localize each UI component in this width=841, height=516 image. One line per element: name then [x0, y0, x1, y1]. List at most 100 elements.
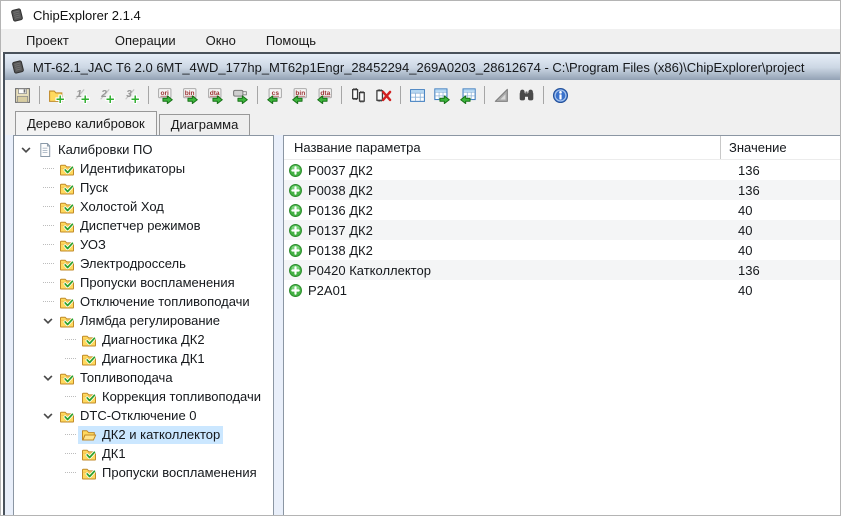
- file-export-icon: dta: [207, 87, 224, 104]
- tree-item[interactable]: Холостой Ход: [14, 197, 273, 216]
- ruler-button[interactable]: [489, 83, 514, 107]
- chevron-down-icon[interactable]: [40, 408, 56, 424]
- tree-item[interactable]: Электродроссель: [14, 254, 273, 273]
- folder-add-icon: [48, 87, 65, 104]
- tree-indent: [14, 187, 40, 188]
- plus-circle-icon: [288, 163, 303, 178]
- search-button[interactable]: [514, 83, 539, 107]
- tree-item[interactable]: Диагностика ДК1: [14, 349, 273, 368]
- tree-item-label: Коррекция топливоподачи: [102, 389, 261, 404]
- tree-item-content[interactable]: Пуск: [56, 179, 111, 197]
- tree-item-content[interactable]: Диспетчер режимов: [56, 217, 204, 235]
- tree-item-content[interactable]: Холостой Ход: [56, 198, 167, 216]
- chevron-down-icon[interactable]: [40, 313, 56, 329]
- tree-item[interactable]: Идентификаторы: [14, 159, 273, 178]
- menu-item-project[interactable]: Проект: [11, 30, 84, 51]
- window-titlebar[interactable]: ChipExplorer 2.1.4: [1, 1, 840, 29]
- tab-calibration-tree[interactable]: Дерево калибровок: [15, 111, 157, 135]
- add-folder-button[interactable]: [44, 83, 69, 107]
- tree-item-content[interactable]: DTC-Отключение 0: [56, 407, 200, 425]
- add-chip-3-button[interactable]: 3: [119, 83, 144, 107]
- table-row[interactable]: P0138 ДК240: [284, 240, 841, 260]
- tree-item-content[interactable]: ДК1: [78, 445, 129, 463]
- tree-item[interactable]: Пропуски воспламенения: [14, 273, 273, 292]
- tree-item[interactable]: DTC-Отключение 0: [14, 406, 273, 425]
- export-bin-button[interactable]: bin: [178, 83, 203, 107]
- tree-item[interactable]: Диагностика ДК2: [14, 330, 273, 349]
- tree-item[interactable]: ДК2 и катколлектор: [14, 425, 273, 444]
- tree-item[interactable]: Диспетчер режимов: [14, 216, 273, 235]
- tree-item-content[interactable]: Пропуски воспламенения: [56, 274, 238, 292]
- remove-chip-button[interactable]: [371, 83, 396, 107]
- tree-item[interactable]: Пропуски воспламенения: [14, 463, 273, 482]
- menu-item-operations[interactable]: Операции: [100, 30, 191, 51]
- tree-item-label: Лямбда регулирование: [80, 313, 220, 328]
- folder-check-icon: [59, 237, 75, 253]
- table-row[interactable]: P0136 ДК240: [284, 200, 841, 220]
- tree-item[interactable]: Отключение топливоподачи: [14, 292, 273, 311]
- tree-item-content[interactable]: Топливоподача: [56, 369, 176, 387]
- export-ori-button[interactable]: ori: [153, 83, 178, 107]
- document-title: MT-62.1_JAC T6 2.0 6MT_4WD_177hp_MT62p1E…: [33, 60, 805, 75]
- chips-icon: [350, 87, 367, 104]
- file-export-icon: bin: [182, 87, 199, 104]
- tree-connector: [62, 453, 78, 454]
- document-titlebar[interactable]: MT-62.1_JAC T6 2.0 6MT_4WD_177hp_MT62p1E…: [5, 54, 841, 80]
- tree-item[interactable]: Калибровки ПО: [14, 140, 273, 159]
- tree-item-content[interactable]: Электродроссель: [56, 255, 189, 273]
- table-export-button[interactable]: [430, 83, 455, 107]
- table-row[interactable]: P0038 ДК2136: [284, 180, 841, 200]
- tree-connector: [40, 263, 56, 264]
- tree-item-content[interactable]: Калибровки ПО: [34, 141, 155, 159]
- tree-indent: [14, 282, 40, 283]
- tab-diagram[interactable]: Диаграмма: [159, 114, 251, 135]
- tree-item[interactable]: ДК1: [14, 444, 273, 463]
- tree-item-content[interactable]: Диагностика ДК1: [78, 350, 208, 368]
- menu-item-window[interactable]: Окно: [191, 30, 251, 51]
- table-row[interactable]: P2A0140: [284, 280, 841, 300]
- table-row[interactable]: P0137 ДК240: [284, 220, 841, 240]
- tree-item-content[interactable]: Диагностика ДК2: [78, 331, 208, 349]
- info-button[interactable]: [548, 83, 573, 107]
- export-usb-button[interactable]: [228, 83, 253, 107]
- table-import-button[interactable]: [455, 83, 480, 107]
- import-bin-button[interactable]: bin: [287, 83, 312, 107]
- menu-item-help[interactable]: Помощь: [251, 30, 331, 51]
- chevron-down-icon[interactable]: [18, 142, 34, 158]
- tree-connector: [62, 472, 78, 473]
- tree-item-content[interactable]: Отключение топливоподачи: [56, 293, 253, 311]
- tree-item-label: Идентификаторы: [80, 161, 185, 176]
- tree-item[interactable]: Коррекция топливоподачи: [14, 387, 273, 406]
- tree-item[interactable]: Топливоподача: [14, 368, 273, 387]
- table-row[interactable]: P0037 ДК2136: [284, 160, 841, 180]
- tree-item-content[interactable]: Пропуски воспламенения: [78, 464, 260, 482]
- chevron-down-icon[interactable]: [40, 370, 56, 386]
- compare-chips-button[interactable]: [346, 83, 371, 107]
- add-chip-2-button[interactable]: 2: [94, 83, 119, 107]
- table-icon: [409, 87, 426, 104]
- save-button[interactable]: [10, 83, 35, 107]
- tree-item-label: Пропуски воспламенения: [80, 275, 235, 290]
- tree-indent: [14, 263, 40, 264]
- tree-item[interactable]: Пуск: [14, 178, 273, 197]
- tree-item-content[interactable]: Лямбда регулирование: [56, 312, 223, 330]
- show-table-button[interactable]: [405, 83, 430, 107]
- tree-item-label: Пуск: [80, 180, 108, 195]
- export-dta-button[interactable]: dta: [203, 83, 228, 107]
- tree-item-content[interactable]: ДК2 и катколлектор: [78, 426, 223, 444]
- tree-item[interactable]: Лямбда регулирование: [14, 311, 273, 330]
- add-chip-1-button[interactable]: 1: [69, 83, 94, 107]
- tree-indent: [14, 434, 62, 435]
- file-import-icon: dta: [316, 87, 333, 104]
- tree-item[interactable]: УОЗ: [14, 235, 273, 254]
- table-row[interactable]: P0420 Катколлектор136: [284, 260, 841, 280]
- folder-check-icon: [81, 446, 97, 462]
- column-header-value[interactable]: Значение: [720, 136, 787, 159]
- tree-connector: [40, 225, 56, 226]
- tree-item-content[interactable]: Коррекция топливоподачи: [78, 388, 264, 406]
- import-dta-button[interactable]: dta: [312, 83, 337, 107]
- tree-item-content[interactable]: Идентификаторы: [56, 160, 188, 178]
- column-header-name[interactable]: Название параметра: [284, 140, 720, 155]
- import-cs-button[interactable]: cs: [262, 83, 287, 107]
- tree-item-content[interactable]: УОЗ: [56, 236, 109, 254]
